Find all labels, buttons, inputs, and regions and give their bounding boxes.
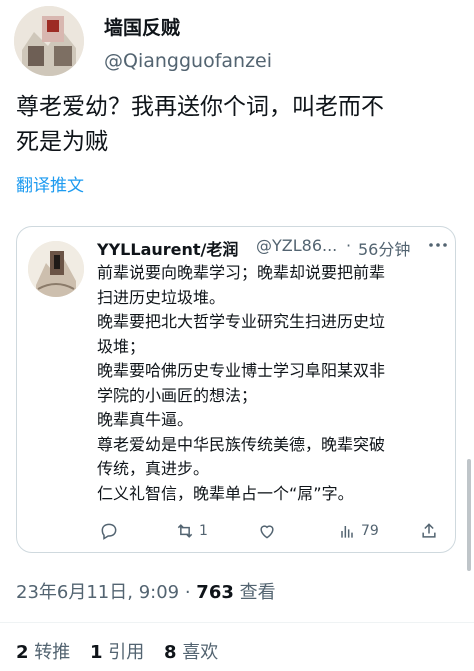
- more-icon[interactable]: [427, 237, 449, 251]
- quotes-label: 引用: [102, 642, 145, 663]
- retweets-number: 2: [16, 642, 29, 663]
- likes-number: 8: [164, 642, 177, 663]
- quoted-tweet-text: 前辈说要向晚辈学习；晚辈却说要把前辈 扫进历史垃圾堆。 晚辈要把北大哲学专业研究…: [97, 261, 447, 506]
- reply-icon: [101, 523, 117, 540]
- quoted-author-name[interactable]: YYLLaurent/老润: [97, 236, 238, 260]
- retweet-icon: [177, 524, 193, 538]
- quotes-stat[interactable]: 1 引用: [90, 642, 144, 663]
- quoted-text-line: 晚辈要哈佛历史专业博士学习阜阳某双非: [97, 361, 386, 380]
- quoted-author-handle[interactable]: @YZL86...: [256, 236, 337, 255]
- tweet-timestamp[interactable]: 23年6月11日, 9:09 ·: [16, 582, 196, 603]
- views-button[interactable]: 79: [337, 517, 379, 545]
- quoted-author-avatar[interactable]: [28, 241, 84, 297]
- quotes-number: 1: [90, 642, 103, 663]
- quoted-tweet-card[interactable]: YYLLaurent/老润 @YZL86... · 56分钟 前辈说要向晚辈学习…: [16, 226, 456, 553]
- like-icon: [260, 525, 274, 539]
- like-button[interactable]: [257, 517, 277, 545]
- view-count-label: 查看: [233, 582, 276, 603]
- quoted-timestamp[interactable]: 56分钟: [358, 236, 410, 260]
- quoted-text-line: 晚辈真牛逼。: [97, 410, 194, 429]
- scrollbar[interactable]: [467, 459, 471, 571]
- quoted-text-line: 尊老爱幼是中华民族传统美德，晚辈突破: [97, 434, 386, 454]
- quoted-text-line: 学院的小画匠的想法；: [97, 385, 258, 405]
- retweet-button[interactable]: 1: [175, 517, 208, 545]
- views-count: 79: [361, 523, 379, 539]
- tweet-text-line: 尊老爱幼？我再送你个词，叫老而不: [16, 94, 384, 120]
- views-icon: [341, 526, 353, 538]
- share-button[interactable]: [419, 517, 439, 545]
- quoted-action-bar: 1 79: [17, 517, 457, 545]
- author-avatar[interactable]: [14, 6, 84, 76]
- likes-stat[interactable]: 8 喜欢: [164, 642, 218, 663]
- retweets-stat[interactable]: 2 转推: [16, 642, 70, 663]
- tweet-text-line: 死是为贼: [16, 129, 108, 155]
- quoted-text-line: 仁义礼智信，晚辈单占一个“屌”字。: [97, 483, 354, 503]
- tweet-text: 尊老爱幼？我再送你个词，叫老而不 死是为贼: [16, 90, 462, 160]
- view-count-number: 763: [196, 582, 234, 603]
- tweet-meta: 23年6月11日, 9:09 · 763 查看: [16, 578, 276, 604]
- engagement-stats: 2 转推 1 引用 8 喜欢: [16, 638, 232, 664]
- author-name[interactable]: 墙国反贼: [104, 13, 180, 40]
- quoted-text-line: 传统，真进步。: [97, 459, 210, 478]
- author-handle[interactable]: @Qiangguofanzei: [104, 50, 272, 72]
- divider: [0, 622, 474, 623]
- quoted-text-line: 圾堆；: [97, 336, 146, 356]
- likes-label: 喜欢: [176, 642, 219, 663]
- quoted-text-line: 晚辈要把北大哲学专业研究生扫进历史垃: [97, 312, 386, 331]
- retweet-count: 1: [199, 523, 208, 539]
- retweets-label: 转推: [28, 642, 71, 663]
- translate-link[interactable]: 翻译推文: [16, 171, 84, 196]
- quoted-text-line: 前辈说要向晚辈学习；晚辈却说要把前辈: [97, 263, 386, 282]
- reply-button[interactable]: [99, 517, 119, 545]
- quoted-text-line: 扫进历史垃圾堆。: [97, 287, 226, 307]
- separator-dot: ·: [346, 236, 352, 255]
- share-icon: [422, 523, 436, 538]
